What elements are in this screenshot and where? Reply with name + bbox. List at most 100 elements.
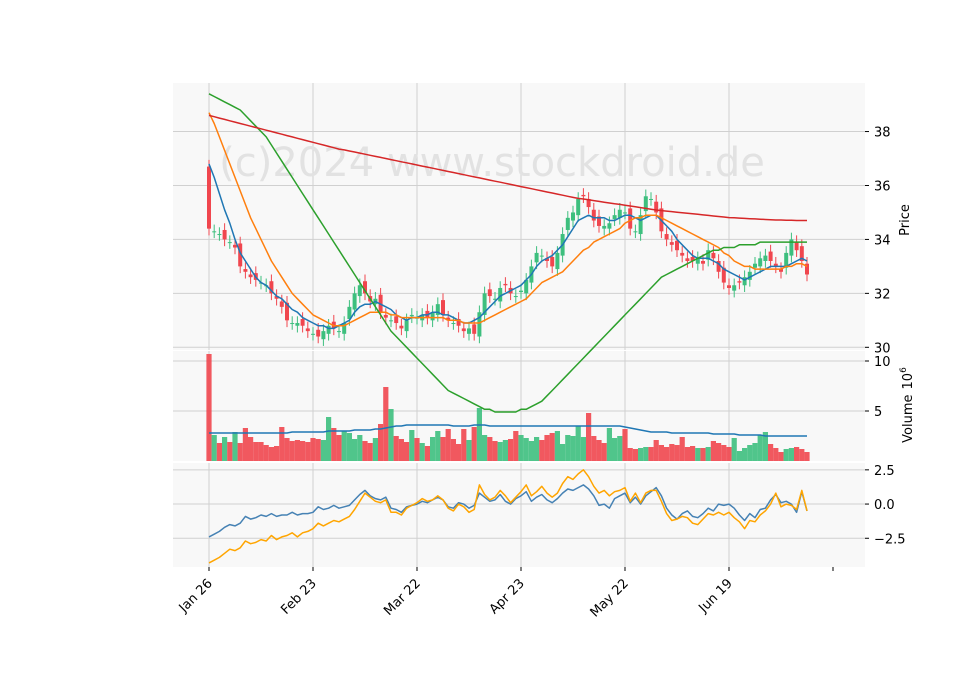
volume-bar (289, 441, 295, 461)
date-tick-label: Feb 23 (278, 576, 320, 618)
candle-body (295, 323, 300, 326)
volume-bar (216, 443, 222, 461)
volume-bar (414, 438, 420, 461)
candle-body (487, 289, 492, 297)
candle-body (472, 324, 477, 334)
price-tick-label: 38 (874, 126, 891, 141)
candle-body (732, 285, 737, 291)
volume-bar (554, 431, 560, 461)
candle-body (248, 274, 253, 278)
volume-bar (268, 447, 274, 461)
candle-body (534, 252, 539, 263)
volume-bar (575, 426, 581, 461)
volume-bar (227, 442, 233, 461)
volume-bar (456, 444, 462, 461)
candle-body (217, 234, 222, 236)
volume-bar (549, 433, 555, 461)
candle-body (290, 323, 295, 325)
volume-bar (492, 441, 498, 461)
volume-unit-exponent: 6 (899, 367, 909, 373)
volume-bar (237, 443, 243, 461)
volume-bar (788, 448, 794, 461)
volume-bar (601, 443, 607, 461)
volume-bar (383, 387, 389, 461)
volume-bar (643, 447, 649, 461)
candle-body (389, 320, 393, 322)
volume-bar (612, 438, 618, 461)
candle-body (461, 328, 466, 332)
volume-bar (742, 448, 748, 461)
volume-bar (544, 435, 550, 461)
volume-axis-label: Volume 106 (899, 367, 916, 443)
price-tick-label: 36 (874, 179, 891, 194)
candle-body (394, 316, 399, 324)
candle-body (607, 223, 612, 229)
volume-bar (253, 442, 259, 461)
volume-bar (565, 435, 571, 461)
volume-bar (606, 428, 612, 461)
volume-bar (695, 448, 701, 461)
volume-bar (570, 436, 576, 461)
volume-bar (513, 431, 519, 461)
candle-body (794, 242, 799, 251)
candle-body (768, 251, 773, 261)
candle-body (233, 244, 237, 248)
candle-body (758, 258, 763, 267)
volume-bar (409, 430, 415, 461)
volume-bar (388, 409, 394, 461)
date-tick-label: Jan 26 (176, 576, 216, 616)
candle-body (555, 252, 560, 270)
volume-bar (773, 448, 779, 461)
volume-bar (352, 439, 358, 461)
price-panel-background (173, 83, 865, 350)
candle-body (680, 252, 685, 256)
candle-body (404, 320, 409, 332)
candle-body (305, 328, 310, 332)
volume-bar (783, 449, 789, 461)
candle-body (352, 293, 357, 310)
volume-bar (747, 445, 753, 461)
volume-bar (700, 448, 706, 461)
candle-body (311, 333, 315, 335)
volume-bar (430, 437, 436, 461)
volume-bar (372, 438, 378, 461)
volume-tick-label: 5 (874, 405, 882, 420)
candle-body (279, 301, 284, 307)
volume-label-text: Volume (901, 394, 916, 442)
candle-body (300, 318, 305, 326)
candle-body (675, 240, 679, 251)
date-tick-label: Mar 22 (381, 576, 424, 619)
volume-bar (580, 437, 586, 461)
candle-body (571, 212, 575, 221)
date-tick-label: Apr 23 (487, 576, 528, 617)
volume-bar (596, 440, 602, 461)
volume-bar (487, 437, 493, 461)
volume-bar (804, 452, 810, 461)
candle-body (321, 331, 326, 340)
candle-body (513, 296, 518, 298)
date-tick-label: Jun 19 (696, 576, 736, 616)
volume-bar (326, 417, 332, 461)
candle-body (628, 208, 633, 229)
candle-body (737, 281, 742, 283)
candle-body (519, 290, 523, 293)
volume-bar (534, 437, 540, 461)
volume-bar (482, 435, 488, 461)
volume-bar (331, 428, 337, 461)
volume-bar (232, 432, 238, 461)
candle-body (581, 194, 586, 197)
candle-body (503, 283, 508, 286)
volume-bar (398, 439, 404, 461)
volume-bar (393, 436, 399, 461)
volume-bar (674, 445, 680, 461)
volume-bar (315, 439, 321, 461)
volume-bar (658, 445, 664, 461)
volume-bar (627, 448, 633, 461)
volume-bar (466, 440, 472, 461)
volume-bar (461, 429, 467, 461)
osc-tick-label: 0.0 (874, 498, 895, 513)
volume-bar (632, 449, 638, 461)
volume-bar (258, 442, 264, 461)
volume-bar (284, 438, 290, 461)
volume-bar (664, 447, 670, 461)
